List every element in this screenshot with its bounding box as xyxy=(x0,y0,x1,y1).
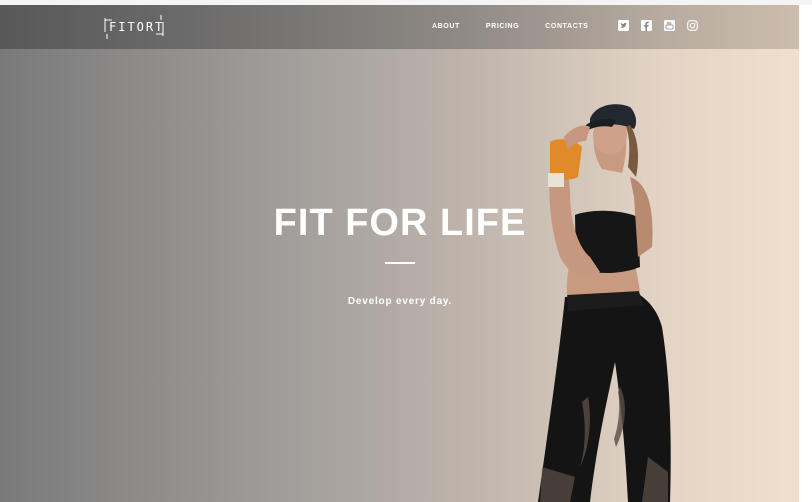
social-links xyxy=(618,20,698,31)
nav-menu: ABOUT PRICING CONTACTS xyxy=(432,22,588,32)
facebook-icon[interactable] xyxy=(641,20,652,31)
top-navbar: FITORT ABOUT PRICING CONTACTS xyxy=(0,5,799,49)
nav-link-about[interactable]: ABOUT xyxy=(432,22,460,32)
landing-page: FITORT ABOUT PRICING CONTACTS FIT FOR LI… xyxy=(0,0,812,502)
hero-headline: FIT FOR LIFE xyxy=(273,202,527,244)
athlete-photo xyxy=(538,104,671,502)
headline-divider xyxy=(385,262,415,264)
logo-text: FITORT xyxy=(109,20,165,34)
hero-section: FITORT ABOUT PRICING CONTACTS FIT FOR LI… xyxy=(0,5,799,502)
youtube-icon[interactable] xyxy=(664,20,675,31)
instagram-icon[interactable] xyxy=(687,20,698,31)
nav-link-pricing[interactable]: PRICING xyxy=(486,22,519,32)
twitter-icon[interactable] xyxy=(618,20,629,31)
hero-tagline: Develop every day. xyxy=(347,296,453,307)
brand-logo[interactable]: FITORT xyxy=(104,14,164,40)
nav-link-contacts[interactable]: CONTACTS xyxy=(545,22,588,32)
